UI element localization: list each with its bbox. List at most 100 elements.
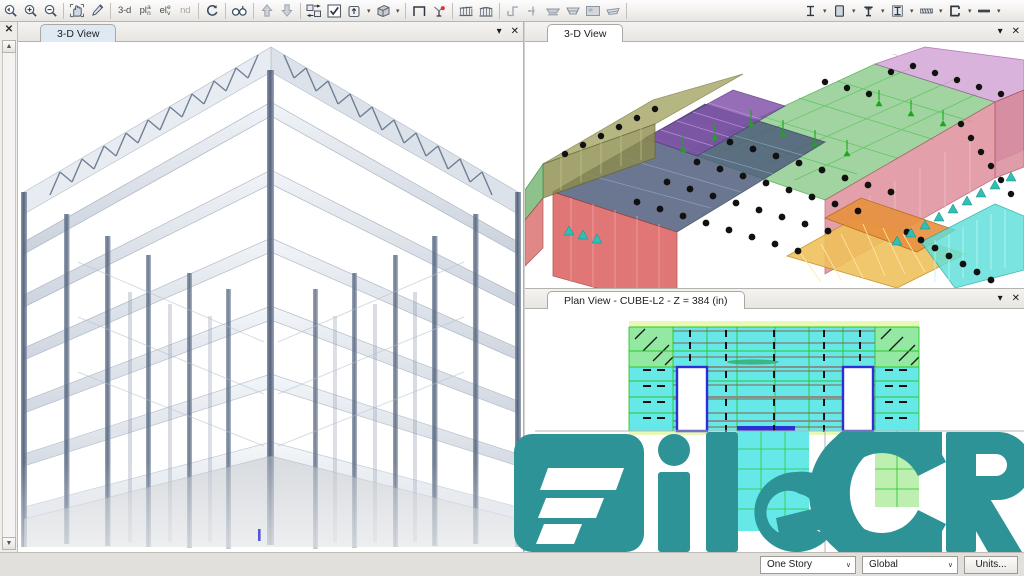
chevron-down-icon[interactable]: ▾: [364, 1, 373, 21]
joint-restraint-icon[interactable]: [429, 1, 449, 21]
spandrel-label-icon[interactable]: [523, 1, 543, 21]
story-select[interactable]: One Story ∨: [760, 555, 856, 574]
view-nd-button: nd: [180, 5, 191, 16]
toolbar-separator: [499, 2, 501, 19]
chevron-down-icon[interactable]: ▾: [497, 27, 502, 37]
left-vertical-scroll-strip: ✕ ▲ ▼: [0, 22, 18, 552]
pan-icon[interactable]: [67, 1, 87, 21]
pane-controls-bottom-right: ▾ ✕: [998, 289, 1020, 309]
colored-framing-svg: [525, 42, 1024, 288]
pane-tabbar-top-right: 3-D View ▾ ✕: [525, 22, 1024, 43]
refresh-view-icon[interactable]: [202, 1, 222, 21]
move-up-one-story-icon[interactable]: [257, 1, 277, 21]
pane-body-left[interactable]: [18, 42, 523, 552]
chevron-down-icon[interactable]: ▾: [849, 1, 858, 21]
object-fill-icon[interactable]: [373, 1, 393, 21]
zoom-out-icon[interactable]: [40, 1, 60, 21]
scroll-up-button[interactable]: ▲: [2, 40, 16, 53]
chevron-down-icon[interactable]: ▾: [998, 27, 1003, 37]
draw-column-icon[interactable]: [858, 1, 878, 21]
draw-link-icon[interactable]: [974, 1, 994, 21]
draw-brace-icon[interactable]: [887, 1, 907, 21]
chevron-down-icon: ∨: [947, 561, 953, 569]
story-select-value: One Story: [767, 559, 813, 570]
deck-view-icon[interactable]: [603, 1, 623, 21]
perspective-toggle-icon[interactable]: [229, 1, 250, 21]
toolbar-separator: [225, 2, 227, 19]
vertical-scrollbar-track[interactable]: [2, 40, 16, 550]
frame-section-icon[interactable]: [409, 1, 429, 21]
rubber-band-zoom-icon[interactable]: [87, 1, 107, 21]
plan-view-svg: [525, 309, 1024, 552]
show-loads-icon[interactable]: [456, 1, 476, 21]
pane-controls-left: ▾ ✕: [497, 22, 519, 42]
coordinate-system-select[interactable]: Global ∨: [862, 555, 958, 574]
close-icon[interactable]: ✕: [511, 27, 519, 37]
zoom-previous-icon[interactable]: [0, 1, 20, 21]
move-down-one-story-icon[interactable]: [277, 1, 297, 21]
toolbar-group-display: ▾ ▾: [304, 0, 630, 22]
toolbar-separator: [253, 2, 255, 19]
view-plan-button[interactable]: pl a n: [135, 1, 155, 21]
draw-channel-icon[interactable]: [945, 1, 965, 21]
chevron-down-icon[interactable]: ▾: [936, 1, 945, 21]
shell-icon[interactable]: [583, 1, 603, 21]
close-icon[interactable]: ✕: [1012, 27, 1020, 37]
node-marker: [258, 529, 261, 541]
chevron-down-icon[interactable]: ▾: [994, 1, 1003, 21]
chevron-down-icon[interactable]: ▾: [998, 294, 1003, 304]
application-window: 3-d pl a n el e v nd ▾ ▾ ▾ ▾ ▾ ▾ ▾ ▾ ▾ ✕…: [0, 0, 1024, 576]
toolbar-group-view-types: 3-d pl a n el e v nd: [114, 0, 304, 22]
tab-3d-view-right[interactable]: 3-D View: [547, 24, 624, 43]
close-icon[interactable]: ✕: [1012, 294, 1020, 304]
chevron-down-icon[interactable]: ▾: [965, 1, 974, 21]
pane-body-bottom-right[interactable]: [525, 309, 1024, 552]
scroll-down-button[interactable]: ▼: [2, 537, 16, 550]
plan-right-lower: [875, 431, 919, 507]
tab-plan-view[interactable]: Plan View - CUBE-L2 - Z = 384 (in): [547, 291, 745, 310]
view-plan-stack: a n: [147, 4, 151, 17]
toolbar-separator: [405, 2, 407, 19]
steel-frame-svg: [18, 42, 523, 552]
toolbar-separator: [452, 2, 454, 19]
diaphragm-icon[interactable]: [543, 1, 563, 21]
viewport-3d-colored[interactable]: 3-D View ▾ ✕: [525, 22, 1024, 288]
pane-body-top-right[interactable]: [525, 42, 1024, 288]
view-elevation-button[interactable]: el e v: [155, 1, 175, 21]
show-tables-icon[interactable]: [476, 1, 496, 21]
zoom-in-icon[interactable]: [20, 1, 40, 21]
chevron-down-icon[interactable]: ▾: [878, 1, 887, 21]
set-display-options-icon[interactable]: [304, 1, 324, 21]
chevron-down-icon[interactable]: ▾: [907, 1, 916, 21]
toolbar-separator: [300, 2, 302, 19]
pane-tabbar-left: 3-D View ▾ ✕: [18, 22, 523, 43]
pane-tabbar-bottom-right: Plan View - CUBE-L2 - Z = 384 (in) ▾ ✕: [525, 289, 1024, 310]
view-3d-button[interactable]: 3-d: [114, 1, 135, 21]
mesh-icon[interactable]: [563, 1, 583, 21]
view-elevation-sub: v: [167, 9, 171, 17]
close-icon[interactable]: ✕: [3, 23, 15, 36]
toolbar-separator: [626, 2, 628, 19]
view-plan-label: pl: [139, 5, 147, 16]
chevron-down-icon[interactable]: ▾: [820, 1, 829, 21]
select-all-icon[interactable]: [324, 1, 344, 21]
viewport-plan-view[interactable]: Plan View - CUBE-L2 - Z = 384 (in) ▾ ✕: [525, 288, 1024, 552]
chevron-down-icon: ∨: [845, 561, 851, 569]
chevron-down-icon[interactable]: ▾: [393, 1, 402, 21]
toolbar-group-view: [0, 0, 114, 22]
draw-wall-icon[interactable]: [829, 1, 849, 21]
draw-deck-icon[interactable]: [916, 1, 936, 21]
toolbar-separator: [198, 2, 200, 19]
viewport-3d-wireframe[interactable]: 3-D View ▾ ✕: [18, 22, 524, 552]
tab-label: 3-D View: [564, 28, 607, 40]
toolbar-separator: [63, 2, 64, 19]
extrude-view-icon[interactable]: [344, 1, 364, 21]
steel-frame-render: [18, 42, 523, 552]
view-elevation-label: el: [159, 5, 167, 16]
pier-label-icon[interactable]: [503, 1, 523, 21]
draw-beam-icon[interactable]: [800, 1, 820, 21]
tab-3d-view-left[interactable]: 3-D View: [40, 24, 117, 43]
toolbar-group-draw: ▾ ▾ ▾ ▾ ▾ ▾ ▾: [800, 0, 1003, 22]
units-button[interactable]: Units...: [964, 555, 1018, 574]
tab-label: Plan View - CUBE-L2 - Z = 384 (in): [564, 295, 728, 307]
